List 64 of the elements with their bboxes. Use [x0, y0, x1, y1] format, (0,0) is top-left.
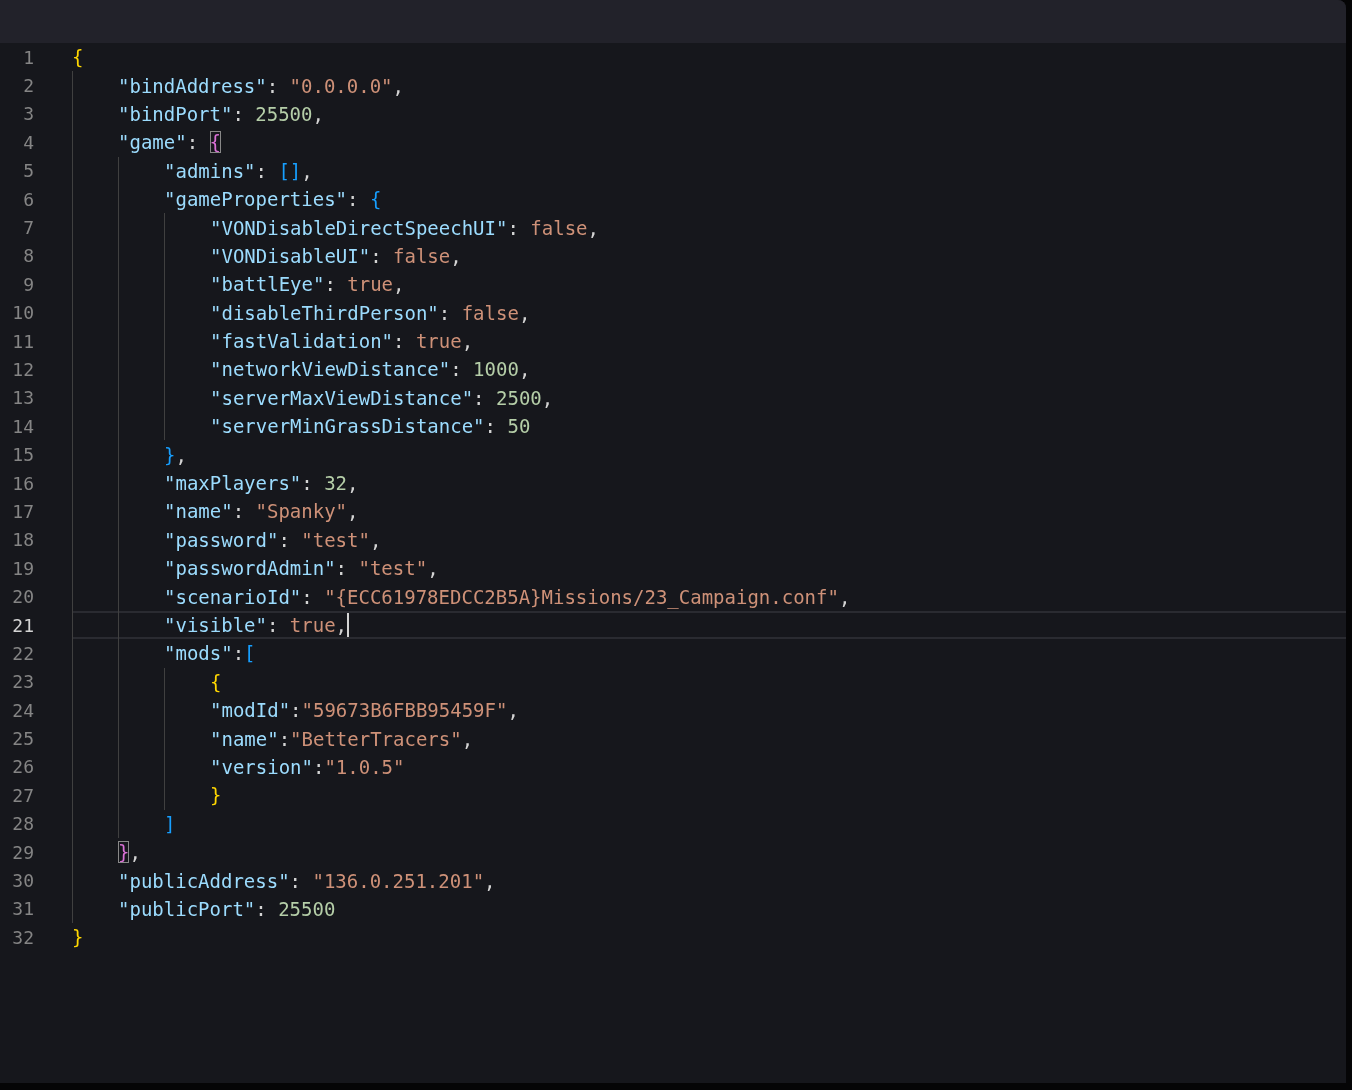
line-number: 16: [11, 472, 34, 494]
line-number: 10: [11, 302, 34, 324]
line-number: 20: [11, 586, 34, 608]
line-number: 1: [22, 46, 34, 68]
line-number: 11: [11, 330, 34, 352]
line-number: 27: [11, 784, 34, 806]
line-number: 5: [22, 160, 34, 182]
line-number: 14: [11, 415, 34, 437]
code-line: }: [72, 926, 84, 949]
line-number: 21: [11, 614, 34, 636]
line-number: 25: [11, 728, 34, 750]
code-line: },: [164, 443, 187, 466]
line-number: 30: [11, 870, 34, 891]
line-number: 7: [22, 217, 34, 239]
line-number: 17: [11, 500, 34, 522]
line-number: 3: [22, 103, 34, 125]
code-line: "modId":"59673B6FBB95459F",: [210, 699, 519, 722]
code-line: "bindAddress": "0.0.0.0",: [118, 74, 404, 97]
code-line: "fastValidation": true,: [210, 330, 474, 353]
code-line: "game": {: [118, 131, 221, 154]
code-line: "serverMinGrassDistance": 50: [210, 415, 531, 438]
code-line: "passwordAdmin": "test",: [164, 557, 439, 580]
line-number: 13: [11, 387, 34, 409]
code-line: "gameProperties": {: [164, 188, 382, 211]
line-number: 23: [11, 671, 34, 693]
code-line: "maxPlayers": 32,: [164, 472, 359, 495]
line-number: 6: [22, 188, 34, 210]
code-line: "VONDisableDirectSpeechUI": false,: [210, 216, 599, 239]
code-line: }: [210, 784, 222, 807]
code-line: "publicPort": 25500: [118, 897, 336, 920]
code-line: "scenarioId": "{ECC61978EDCC2B5A}Missions/23_Campaign.conf",: [164, 585, 851, 608]
code-line: "battlEye": true,: [210, 273, 405, 296]
code-line: "mods":[: [164, 642, 256, 665]
line-number: 8: [22, 245, 34, 267]
line-number: 31: [11, 898, 34, 920]
code-line: ]: [164, 812, 176, 835]
code-line: {: [210, 670, 222, 693]
code-line: "name":"BetterTracers",: [210, 727, 474, 750]
code-line: "name": "Spanky",: [164, 500, 359, 523]
line-number: 9: [22, 273, 34, 295]
code-line: "bindPort": 25500,: [118, 102, 324, 125]
line-number: 15: [11, 444, 34, 466]
line-number: 19: [11, 557, 34, 579]
line-number: 18: [11, 529, 34, 551]
code-line: {: [72, 46, 84, 69]
code-line: "version":"1.0.5": [210, 755, 405, 778]
line-number: 2: [22, 75, 34, 97]
code-line: "VONDisableUI": false,: [210, 244, 462, 267]
line-number: 28: [11, 813, 34, 835]
line-number: 29: [11, 841, 34, 863]
code-line: "publicAddress": "136.0.251.201",: [118, 869, 496, 892]
line-number: 26: [11, 756, 34, 778]
code-line: },: [118, 841, 141, 864]
code-line: "serverMaxViewDistance": 2500,: [210, 386, 554, 409]
code-line: "disableThirdPerson": false,: [210, 301, 531, 324]
code-line: "visible": true,: [164, 614, 348, 636]
code-line: "password": "test",: [164, 528, 382, 551]
code-line: "networkViewDistance": 1000,: [210, 358, 531, 381]
line-number: 12: [11, 359, 34, 380]
code-line: "admins": [],: [164, 159, 313, 182]
line-number: 4: [22, 131, 34, 153]
line-number: 22: [11, 642, 34, 664]
line-number: 24: [11, 699, 34, 721]
line-number: 32: [11, 926, 34, 948]
